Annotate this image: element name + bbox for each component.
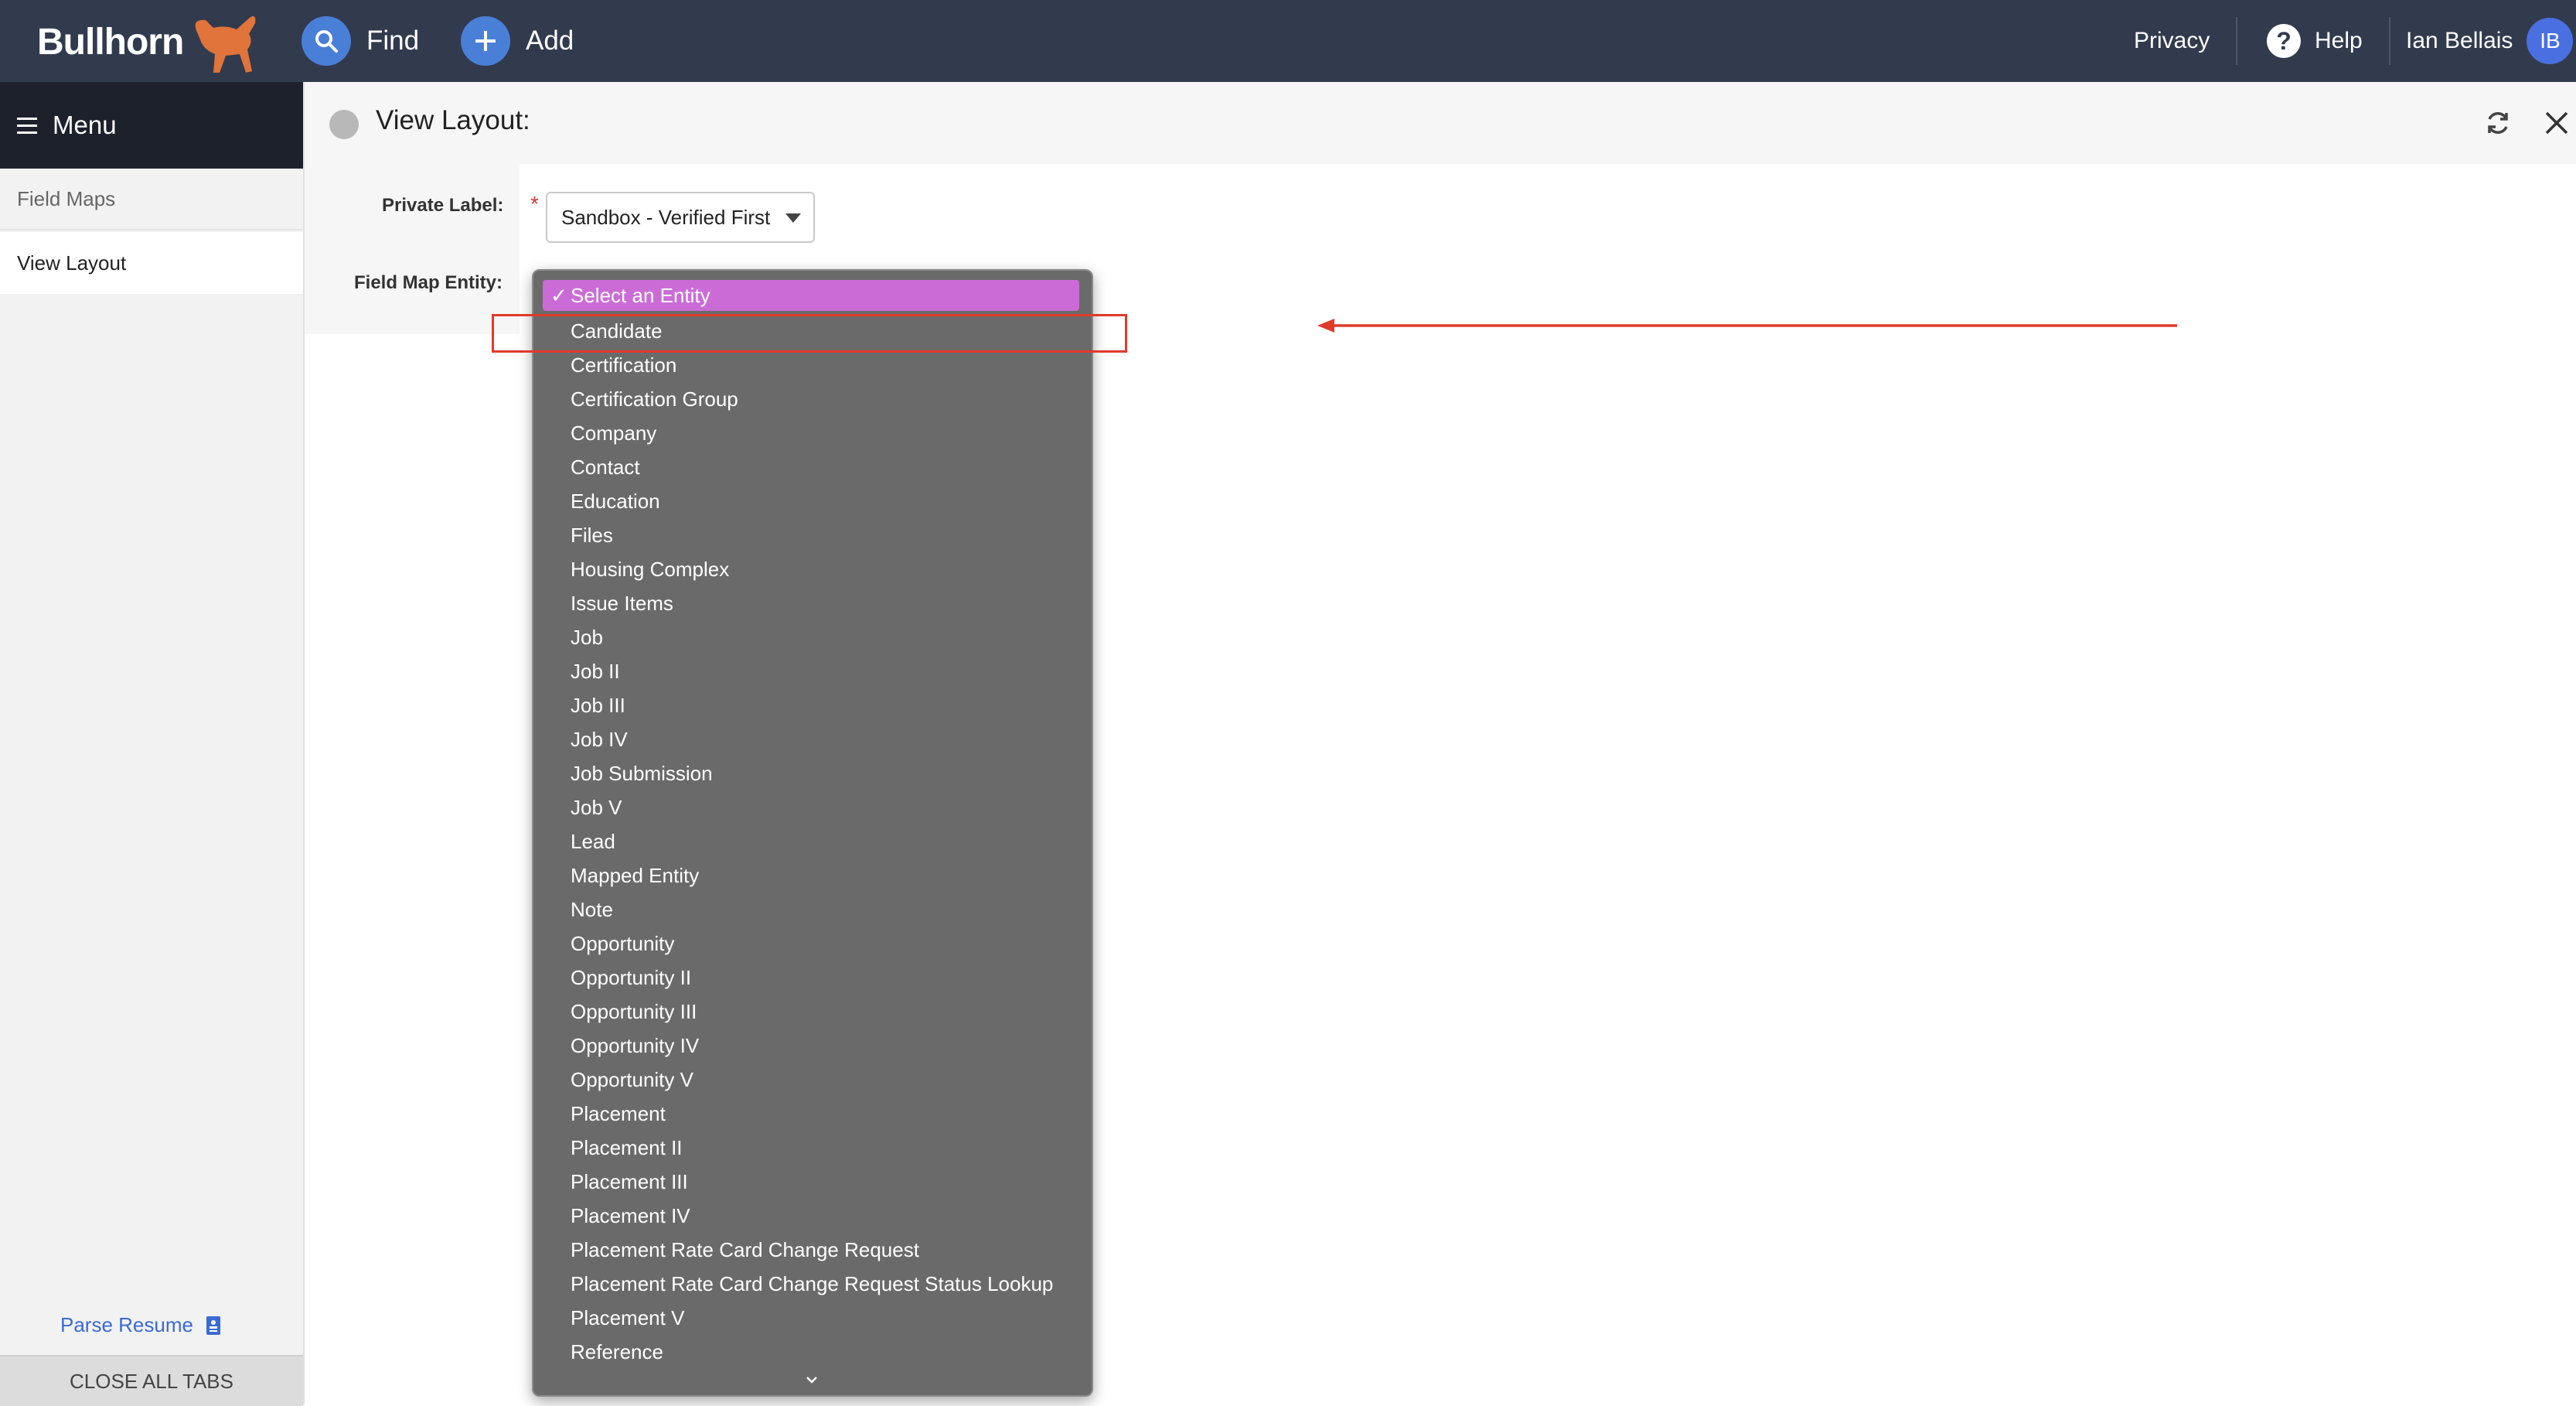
add-label: Add: [526, 26, 574, 56]
find-label: Find: [366, 26, 420, 56]
private-label-select[interactable]: Sandbox - Verified First: [546, 192, 815, 243]
divider: [2389, 17, 2390, 65]
dropdown-option[interactable]: Education: [533, 484, 1092, 518]
dropdown-option[interactable]: Certification: [533, 348, 1092, 382]
help-label: Help: [2315, 28, 2363, 53]
private-label-value: Sandbox - Verified First: [561, 205, 771, 229]
dropdown-option[interactable]: Placement III: [533, 1165, 1092, 1199]
sidebar-item-view-layout[interactable]: View Layout: [0, 232, 303, 294]
page-title: View Layout:: [376, 105, 530, 135]
dropdown-option[interactable]: Job V: [533, 790, 1092, 824]
sidebar: Menu Field Maps View Layout Parse Resume…: [0, 82, 305, 1406]
privacy-link[interactable]: Privacy: [2134, 0, 2210, 82]
private-label-label: Private Label:: [382, 195, 504, 216]
menu-icon: [17, 113, 37, 138]
bull-logo-icon: [195, 16, 256, 73]
dropdown-option[interactable]: Company: [533, 416, 1092, 450]
dropdown-option[interactable]: Files: [533, 518, 1092, 552]
parse-resume-link[interactable]: Parse Resume: [60, 1313, 221, 1337]
dropdown-option[interactable]: Certification Group: [533, 382, 1092, 416]
chevron-down-icon[interactable]: [804, 1372, 819, 1387]
dropdown-option[interactable]: Placement II: [533, 1131, 1092, 1165]
dropdown-option[interactable]: Contact: [533, 450, 1092, 484]
top-navigation-bar: Bullhorn Find Add Privacy ? Help Ian Bel…: [0, 0, 2576, 82]
search-icon: [302, 16, 351, 66]
menu-toggle[interactable]: Menu: [0, 82, 303, 169]
check-icon: ✓: [550, 284, 567, 307]
dropdown-option[interactable]: Job III: [533, 688, 1092, 722]
dropdown-option-label: Select an Entity: [571, 284, 710, 307]
help-button[interactable]: ? Help: [2267, 0, 2363, 82]
field-map-entity-dropdown[interactable]: ✓ Select an Entity Candidate Certificatio…: [532, 269, 1093, 1397]
dropdown-option[interactable]: Housing Complex: [533, 552, 1092, 586]
dropdown-option[interactable]: Job II: [533, 654, 1092, 688]
user-menu[interactable]: Ian Bellais IB: [2406, 0, 2574, 82]
dropdown-option[interactable]: Placement: [533, 1097, 1092, 1131]
find-button[interactable]: Find: [302, 15, 419, 67]
add-button[interactable]: Add: [461, 15, 574, 67]
content-header: View Layout:: [305, 82, 2576, 164]
form-label-column: [305, 164, 520, 334]
arrow-annotation: [1317, 319, 2177, 333]
document-icon: [206, 1316, 220, 1335]
dropdown-option[interactable]: Placement IV: [533, 1199, 1092, 1233]
plus-icon: [461, 16, 510, 66]
bullhorn-logo[interactable]: Bullhorn: [37, 16, 256, 73]
dropdown-option[interactable]: Lead: [533, 824, 1092, 858]
divider: [2236, 17, 2237, 65]
dropdown-option[interactable]: Job: [533, 620, 1092, 654]
dropdown-option-selected[interactable]: ✓ Select an Entity: [543, 280, 1079, 311]
highlight-annotation-box: [492, 314, 1127, 353]
help-icon: ?: [2267, 24, 2301, 58]
dropdown-option[interactable]: Issue Items: [533, 586, 1092, 620]
dropdown-option[interactable]: Reference: [533, 1335, 1092, 1369]
refresh-icon[interactable]: [2483, 108, 2513, 138]
dropdown-option[interactable]: Job IV: [533, 722, 1092, 756]
dropdown-option[interactable]: Opportunity II: [533, 961, 1092, 995]
dropdown-option[interactable]: Note: [533, 892, 1092, 927]
dropdown-option[interactable]: Mapped Entity: [533, 858, 1092, 892]
menu-label: Menu: [53, 111, 117, 139]
dropdown-option[interactable]: Opportunity III: [533, 995, 1092, 1029]
dropdown-option[interactable]: Opportunity IV: [533, 1029, 1092, 1063]
sidebar-item-field-maps[interactable]: Field Maps: [0, 169, 303, 230]
parse-resume-label: Parse Resume: [60, 1313, 193, 1336]
brand-name: Bullhorn: [37, 21, 184, 63]
field-map-entity-label: Field Map Entity:: [354, 272, 503, 293]
dropdown-option[interactable]: Opportunity: [533, 927, 1092, 961]
user-name: Ian Bellais: [2406, 28, 2513, 53]
chevron-down-icon: [785, 213, 801, 223]
close-all-tabs-button[interactable]: CLOSE ALL TABS: [0, 1355, 303, 1406]
dropdown-option[interactable]: Job Submission: [533, 756, 1092, 790]
required-marker: *: [530, 192, 539, 216]
status-indicator: [329, 110, 359, 139]
close-icon[interactable]: [2542, 108, 2571, 138]
dropdown-option[interactable]: Placement Rate Card Change Request: [533, 1233, 1092, 1267]
dropdown-option[interactable]: Placement V: [533, 1301, 1092, 1335]
avatar: IB: [2527, 18, 2574, 64]
dropdown-option[interactable]: Placement Rate Card Change Request Statu…: [533, 1267, 1092, 1301]
dropdown-option[interactable]: Opportunity V: [533, 1063, 1092, 1097]
